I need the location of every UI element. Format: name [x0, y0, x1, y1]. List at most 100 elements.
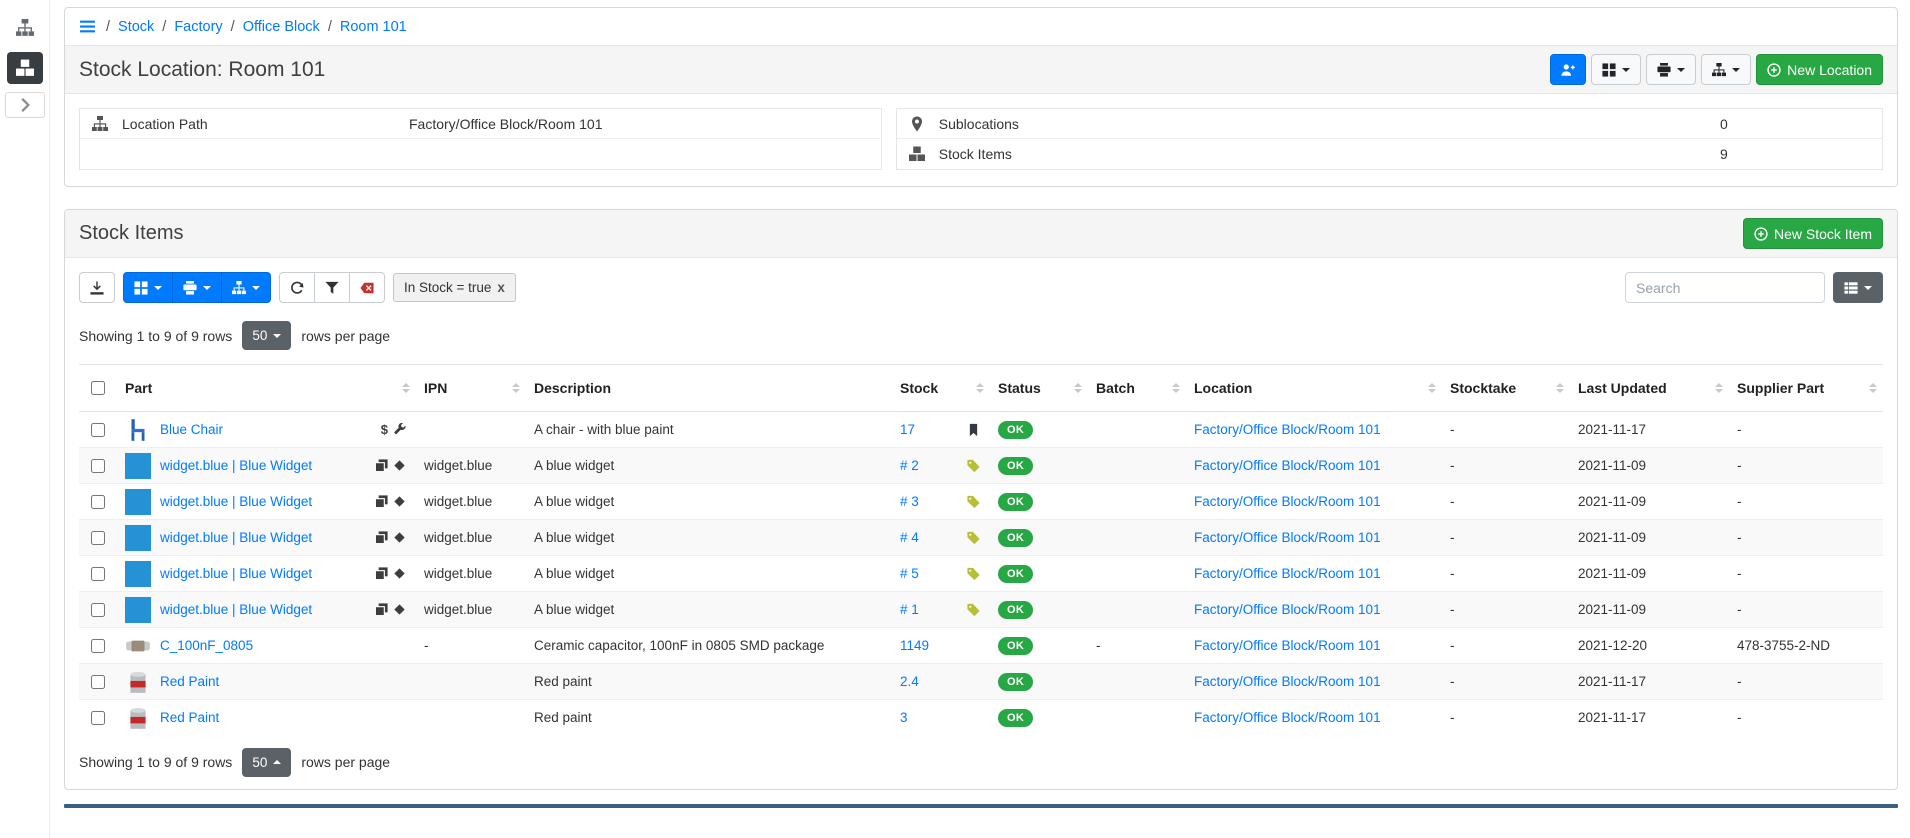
- location-link[interactable]: Factory/Office Block/Room 101: [1194, 710, 1381, 725]
- sort-icon[interactable]: [1074, 383, 1082, 393]
- part-link[interactable]: C_100nF_0805: [160, 638, 253, 653]
- stock-quantity-link[interactable]: # 1: [900, 602, 919, 617]
- toolbar-right: [1625, 272, 1883, 303]
- stock-quantity-link[interactable]: 3: [900, 710, 908, 725]
- stock-move-actions-button[interactable]: [221, 272, 271, 303]
- part-icons: [375, 567, 408, 580]
- sidebar-part-tree-button[interactable]: [7, 12, 43, 44]
- row-checkbox[interactable]: [91, 495, 105, 509]
- menu-toggle-button[interactable]: [79, 18, 96, 35]
- column-header[interactable]: Supplier Part: [1729, 365, 1883, 412]
- column-header[interactable]: Last Updated: [1570, 365, 1729, 412]
- location-link[interactable]: Factory/Office Block/Room 101: [1194, 458, 1381, 473]
- columns-dropdown-button[interactable]: [1833, 272, 1883, 303]
- part-link[interactable]: widget.blue | Blue Widget: [160, 494, 312, 509]
- column-header[interactable]: Batch: [1088, 365, 1186, 412]
- breadcrumb-link[interactable]: Factory: [174, 19, 222, 35]
- sidebar-stock-locations-button[interactable]: [7, 52, 43, 84]
- location-link[interactable]: Factory/Office Block/Room 101: [1194, 530, 1381, 545]
- table-row: widget.blue | Blue Widget widget.blue A …: [79, 520, 1883, 556]
- sublocations-value: 0: [1720, 116, 1870, 132]
- column-header[interactable]: Stock: [892, 365, 990, 412]
- row-checkbox[interactable]: [91, 459, 105, 473]
- page-size-select[interactable]: 50: [242, 321, 291, 350]
- part-link[interactable]: widget.blue | Blue Widget: [160, 458, 312, 473]
- last-updated-cell: 2021-11-09: [1570, 448, 1729, 484]
- stock-quantity-link[interactable]: 1149: [900, 638, 929, 653]
- breadcrumb-link[interactable]: Room 101: [340, 19, 407, 35]
- status-badge: OK: [998, 493, 1033, 511]
- supplier-part-cell[interactable]: 478-3755-2-ND: [1729, 628, 1883, 664]
- stock-quantity-link[interactable]: # 3: [900, 494, 919, 509]
- row-checkbox[interactable]: [91, 639, 105, 653]
- breadcrumb-link[interactable]: Stock: [118, 19, 154, 35]
- location-link[interactable]: Factory/Office Block/Room 101: [1194, 602, 1381, 617]
- part-link[interactable]: widget.blue | Blue Widget: [160, 602, 312, 617]
- stock-quantity-link[interactable]: # 2: [900, 458, 919, 473]
- column-header[interactable]: Status: [990, 365, 1088, 412]
- row-checkbox[interactable]: [91, 423, 105, 437]
- refresh-button[interactable]: [279, 272, 315, 303]
- sort-icon[interactable]: [976, 383, 984, 393]
- location-link[interactable]: Factory/Office Block/Room 101: [1194, 674, 1381, 689]
- sort-icon[interactable]: [1428, 383, 1436, 393]
- row-checkbox[interactable]: [91, 603, 105, 617]
- export-button[interactable]: [79, 272, 115, 303]
- part-link[interactable]: widget.blue | Blue Widget: [160, 566, 312, 581]
- filter-chip[interactable]: In Stock = true x: [393, 273, 516, 302]
- sidebar-expand-button[interactable]: [5, 92, 45, 118]
- location-link[interactable]: Factory/Office Block/Room 101: [1194, 638, 1381, 653]
- new-stock-item-button[interactable]: New Stock Item: [1743, 218, 1883, 249]
- stocktake-cell: -: [1442, 628, 1570, 664]
- status-badge: OK: [998, 637, 1033, 655]
- stock-quantity-link[interactable]: # 4: [900, 530, 919, 545]
- stock-print-actions-button[interactable]: [172, 272, 222, 303]
- breadcrumb-bar: /Stock /Factory /Office Block /Room 101: [65, 8, 1897, 45]
- sort-icon[interactable]: [1172, 383, 1180, 393]
- filter-button[interactable]: [314, 272, 350, 303]
- row-checkbox[interactable]: [91, 567, 105, 581]
- part-link[interactable]: Blue Chair: [160, 422, 223, 437]
- new-location-button[interactable]: New Location: [1756, 54, 1883, 85]
- column-header[interactable]: Description: [526, 365, 892, 412]
- column-header[interactable]: Stocktake: [1442, 365, 1570, 412]
- stock-table-header-row: PartIPNDescriptionStockStatusBatchLocati…: [79, 365, 1883, 412]
- barcode-actions-button[interactable]: [1591, 54, 1641, 85]
- part-link[interactable]: widget.blue | Blue Widget: [160, 530, 312, 545]
- sublocations-label: Sublocations: [939, 116, 1720, 132]
- stock-quantity-link[interactable]: # 5: [900, 566, 919, 581]
- search-input[interactable]: [1625, 272, 1825, 303]
- column-header[interactable]: IPN: [416, 365, 526, 412]
- filter-chip-remove[interactable]: x: [497, 280, 505, 295]
- select-all-header: [79, 365, 117, 412]
- sort-icon[interactable]: [1869, 383, 1877, 393]
- row-checkbox[interactable]: [91, 711, 105, 725]
- print-actions-button[interactable]: [1646, 54, 1696, 85]
- admin-button[interactable]: [1550, 54, 1586, 85]
- page-size-select[interactable]: 50: [242, 748, 291, 777]
- breadcrumb-link[interactable]: Office Block: [243, 19, 320, 35]
- column-header[interactable]: Location: [1186, 365, 1442, 412]
- row-checkbox[interactable]: [91, 675, 105, 689]
- sort-icon[interactable]: [512, 383, 520, 393]
- location-link[interactable]: Factory/Office Block/Room 101: [1194, 566, 1381, 581]
- sort-icon[interactable]: [1715, 383, 1723, 393]
- part-link[interactable]: Red Paint: [160, 710, 219, 725]
- clear-filters-button[interactable]: [349, 272, 385, 303]
- stock-quantity-link[interactable]: 2.4: [900, 674, 919, 689]
- part-link[interactable]: Red Paint: [160, 674, 219, 689]
- sort-icon[interactable]: [402, 383, 410, 393]
- rows-per-page-label: rows per page: [301, 328, 390, 344]
- location-link[interactable]: Factory/Office Block/Room 101: [1194, 494, 1381, 509]
- part-thumbnail: [125, 417, 151, 443]
- sort-icon[interactable]: [1556, 383, 1564, 393]
- stock-barcode-actions-button[interactable]: [123, 272, 173, 303]
- supplier-part-cell: -: [1729, 448, 1883, 484]
- row-checkbox[interactable]: [91, 531, 105, 545]
- part-icons: [375, 459, 408, 472]
- stock-quantity-link[interactable]: 17: [900, 422, 915, 437]
- select-all-checkbox[interactable]: [91, 381, 105, 395]
- location-link[interactable]: Factory/Office Block/Room 101: [1194, 422, 1381, 437]
- location-options-button[interactable]: [1701, 54, 1751, 85]
- column-header[interactable]: Part: [117, 365, 416, 412]
